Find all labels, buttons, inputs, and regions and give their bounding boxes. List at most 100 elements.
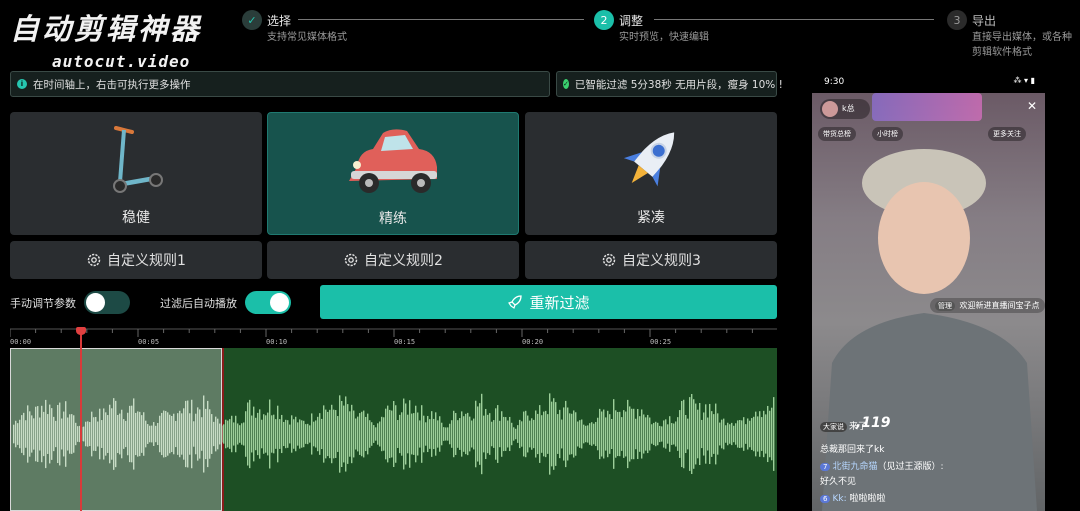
waveform-bar bbox=[361, 411, 363, 457]
refilter-button[interactable]: 重新过滤 bbox=[320, 285, 777, 319]
waveform-bar bbox=[483, 415, 485, 453]
waveform-bar bbox=[613, 399, 615, 469]
playhead[interactable] bbox=[80, 330, 82, 511]
waveform-bar bbox=[749, 420, 751, 448]
waveform-bar bbox=[647, 414, 649, 454]
waveform-bar bbox=[501, 411, 503, 457]
waveform-bar bbox=[187, 400, 189, 468]
manual-params-toggle[interactable] bbox=[84, 291, 130, 314]
waveform-bar bbox=[159, 415, 161, 453]
waveform-bar bbox=[559, 409, 561, 459]
waveform-bar bbox=[627, 399, 629, 469]
waveform-bar bbox=[411, 413, 413, 455]
autoplay-label: 过滤后自动播放 bbox=[160, 297, 237, 310]
autoplay-toggle[interactable] bbox=[245, 291, 291, 314]
waveform-bar bbox=[161, 412, 163, 456]
waveform-bar bbox=[479, 403, 481, 465]
waveform-bar bbox=[515, 428, 517, 440]
waveform-bar bbox=[547, 414, 549, 454]
waveform-bar bbox=[561, 419, 563, 449]
waveform-bar bbox=[543, 411, 545, 457]
waveform-bar bbox=[195, 413, 197, 455]
playhead-handle[interactable] bbox=[76, 327, 86, 335]
waveform-bar bbox=[345, 396, 347, 472]
rank-pill[interactable]: 小时榜 bbox=[872, 127, 903, 141]
waveform-bar bbox=[103, 408, 105, 460]
waveform-bar bbox=[423, 415, 425, 453]
waveform-bar bbox=[311, 413, 313, 455]
mode-card-compact[interactable]: 紧凑 bbox=[525, 112, 777, 235]
waveform-bar bbox=[45, 399, 47, 469]
waveform-bar bbox=[25, 420, 27, 448]
waveform-bar bbox=[757, 416, 759, 452]
waveform-bar bbox=[143, 412, 145, 456]
gear-icon bbox=[87, 253, 101, 267]
waveform-bar bbox=[59, 402, 61, 466]
mode-card-refined[interactable]: 精练 bbox=[267, 112, 519, 235]
waveform-bar bbox=[309, 425, 311, 443]
waveform-bar bbox=[475, 400, 477, 468]
waveform-bar bbox=[633, 408, 635, 460]
waveform-bar bbox=[457, 420, 459, 448]
custom-rule-3-button[interactable]: 自定义规则3 bbox=[525, 241, 777, 279]
waveform-bar bbox=[593, 423, 595, 445]
waveform-bar bbox=[697, 409, 699, 459]
custom-rule-2-button[interactable]: 自定义规则2 bbox=[267, 241, 519, 279]
waveform-bar bbox=[151, 425, 153, 443]
phone-status-bar: 9:30 ⁂ ▾ ▮ bbox=[812, 71, 1045, 93]
waveform-bar bbox=[555, 402, 557, 466]
waveform-bar bbox=[471, 420, 473, 448]
waveform-bar bbox=[19, 419, 21, 449]
waveform-bar bbox=[39, 417, 41, 451]
waveform-bar bbox=[269, 399, 271, 469]
chat-level: 6 bbox=[820, 495, 831, 503]
waveform-bar bbox=[451, 420, 453, 448]
chat-user: Kk: bbox=[832, 494, 847, 504]
waveform-bar bbox=[693, 399, 695, 469]
waveform-bar bbox=[455, 413, 457, 455]
waveform-bar bbox=[15, 420, 17, 448]
waveform-bar bbox=[281, 414, 283, 454]
waveform-bar bbox=[127, 412, 129, 456]
step-connector bbox=[298, 19, 584, 20]
rank-pill[interactable]: 带货总榜 bbox=[818, 127, 856, 141]
follow-pill[interactable]: 更多关注 bbox=[988, 127, 1026, 141]
waveform-bar bbox=[329, 409, 331, 459]
waveform-bar bbox=[355, 418, 357, 450]
waveform-bar bbox=[321, 418, 323, 450]
waveform-bar bbox=[533, 419, 535, 449]
waveform-bar bbox=[373, 425, 375, 443]
waveform-bar bbox=[241, 423, 243, 445]
waveform-bar bbox=[245, 411, 247, 457]
video-preview[interactable]: 9:30 ⁂ ▾ ▮ k总 ✕ 带货总榜 小时榜 更多关注 管理 欢迎新进直播间… bbox=[812, 71, 1045, 511]
waveform-bar bbox=[183, 408, 185, 460]
close-icon[interactable]: ✕ bbox=[1027, 99, 1037, 113]
waveform-bar bbox=[29, 411, 31, 457]
waveform-bar bbox=[761, 417, 763, 451]
step-title: 导出 bbox=[972, 14, 997, 28]
waveform-bar bbox=[715, 403, 717, 465]
waveform-track[interactable] bbox=[10, 348, 777, 511]
waveform-bar bbox=[167, 412, 169, 456]
waveform-bar bbox=[263, 414, 265, 454]
waveform-bar bbox=[519, 419, 521, 449]
waveform-bar bbox=[253, 406, 255, 462]
waveform-bar bbox=[327, 411, 329, 457]
custom-rule-1-button[interactable]: 自定义规则1 bbox=[10, 241, 262, 279]
waveform-bar bbox=[665, 419, 667, 449]
waveform-bar bbox=[279, 419, 281, 449]
success-notice-text: 已智能过滤 5分38秒 无用片段，瘦身 10% ! bbox=[574, 78, 783, 91]
waveform-bar bbox=[53, 416, 55, 452]
waveform-bar bbox=[85, 421, 87, 447]
waveform-bar bbox=[427, 415, 429, 453]
waveform-bar bbox=[447, 427, 449, 441]
waveform-bar bbox=[579, 420, 581, 448]
waveform-bar bbox=[297, 422, 299, 446]
waveform-bar bbox=[333, 409, 335, 459]
waveform-bar bbox=[133, 398, 135, 470]
waveform-bar bbox=[343, 405, 345, 463]
mode-card-steady[interactable]: 稳健 bbox=[10, 112, 262, 235]
waveform-bar bbox=[445, 427, 447, 441]
waveform-bar bbox=[157, 422, 159, 446]
waveform-bar bbox=[733, 425, 735, 443]
